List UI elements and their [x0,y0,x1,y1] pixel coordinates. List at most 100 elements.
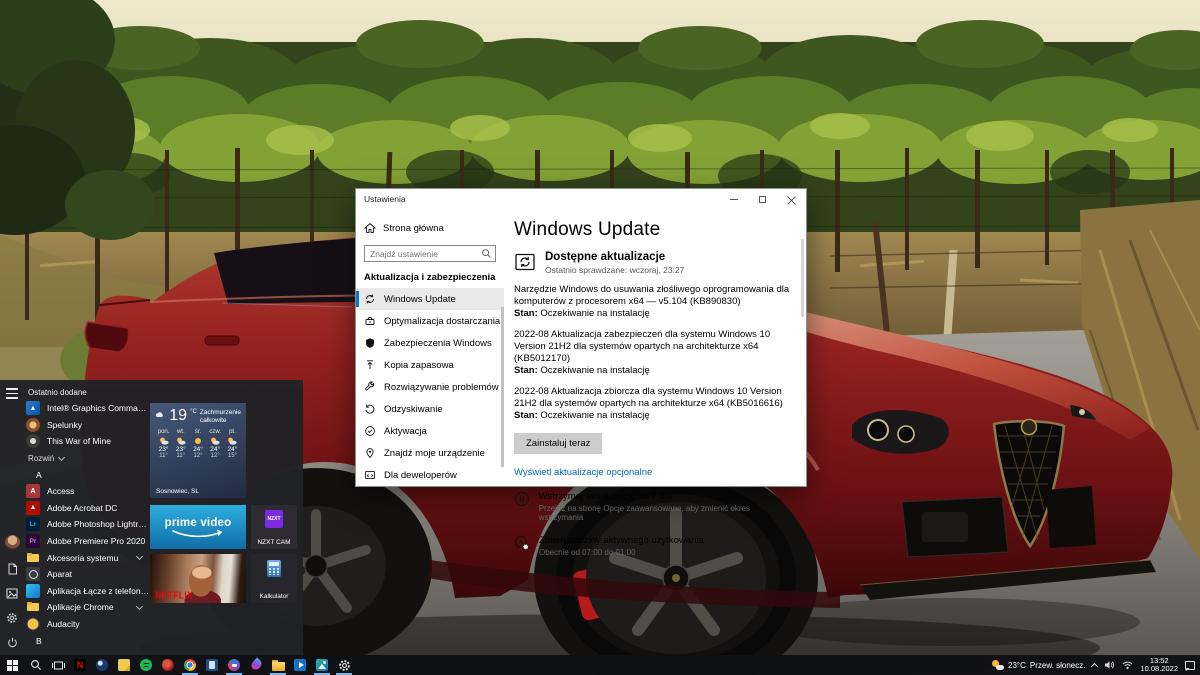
nav-home[interactable]: Strona główna [364,219,496,237]
update-name: 2022-08 Aktualizacja zabezpieczeń dla sy… [514,329,792,365]
app-item-spelunky[interactable]: Spelunky [26,417,150,434]
tray-weather[interactable]: 23°C Przew. słonecz. [992,660,1085,670]
app-item-access[interactable]: AAccess [26,483,150,500]
activation-check-icon [364,425,376,437]
volume-button[interactable] [1104,660,1115,670]
sun-cloud-icon [159,437,169,445]
hidden-icons-chevron[interactable] [1092,662,1097,669]
tile-netflix[interactable]: NETFLIX [150,554,246,603]
optional-updates-link[interactable]: Wyświetl aktualizacje opcjonalne [514,467,652,478]
sun-cloud-icon [227,437,237,445]
app-item-audacity[interactable]: Audacity [26,616,150,633]
active-hours-title: Zmień godziny aktywnego użytkowania [539,535,704,546]
nav-item-find-my-device[interactable]: Znajdź moje urządzenie [356,442,504,464]
taskbar-notes[interactable] [113,655,135,675]
pictures-button[interactable] [6,588,18,599]
taskbar-game-bar[interactable] [223,655,245,675]
folder-icon [26,600,40,614]
nav-item-windows-update[interactable]: Windows Update [356,288,504,310]
nav-item-recovery[interactable]: Odzyskiwanie [356,398,504,420]
tile-prime-video[interactable]: prime video [150,505,246,549]
minimize-button[interactable] [719,189,748,209]
sun-cloud-icon [210,437,220,445]
taskbar-movies-tv[interactable] [289,655,311,675]
task-view-button[interactable] [47,655,69,675]
pause-updates-item[interactable]: Wstrzymaj aktualizacje na 7 dni Przejdź … [514,491,792,522]
user-avatar-button[interactable] [5,535,20,550]
taskbar-paint3d[interactable] [245,655,267,675]
nav-item-backup[interactable]: Kopia zapasowa [356,354,504,376]
app-item-this-war-of-mine[interactable]: This War of Mine [26,433,150,450]
nav-item-label: Windows Update [384,294,456,305]
letter-header-b[interactable]: B [36,632,150,649]
documents-button[interactable] [7,563,18,575]
update-item-msrt: Narzędzie Windows do usuwania złośliwego… [514,284,792,320]
taskbar-steam[interactable] [91,655,113,675]
nav-item-activation[interactable]: Aktywacja [356,420,504,442]
taskbar-photos[interactable] [311,655,333,675]
app-item-phone-link[interactable]: Aplikacja Łącze z telefonem [26,583,150,600]
update-name: Narzędzie Windows do usuwania złośliwego… [514,284,792,308]
folder-item-chrome-apps[interactable]: Aplikacje Chrome [26,599,150,616]
taskbar-game[interactable] [157,655,179,675]
taskbar-calculator[interactable] [201,655,223,675]
active-hours-clock-icon [514,535,530,551]
wrench-icon [364,381,376,393]
tile-calculator[interactable]: Kalkulator [251,554,297,603]
movies-tv-icon [294,659,306,671]
install-now-button[interactable]: Zainstaluj teraz [514,433,602,454]
network-button[interactable] [1122,660,1133,670]
system-tray: 23°C Przew. słonecz. 13:52 10.08.2022 [992,657,1200,673]
taskbar-search-button[interactable] [25,655,47,675]
settings-button[interactable] [6,612,18,624]
settings-window: Ustawienia Strona główna Aktualizacja i … [355,188,807,487]
nav-item-label: Dla deweloperów [384,470,457,481]
nav-item-developers[interactable]: Dla deweloperów [356,464,504,486]
gear-icon [338,659,351,672]
taskbar-netflix[interactable]: N [69,655,91,675]
app-item-lightroom[interactable]: LrAdobe Photoshop Lightroom 5.7.1 64... [26,516,150,533]
expand-button[interactable]: Rozwiń [28,450,150,467]
pause-updates-title: Wstrzymaj aktualizacje na 7 dni [539,491,792,502]
letter-header-a[interactable]: A [36,466,150,483]
intel-gcc-icon: ▲ [26,401,40,415]
tile-weather[interactable]: 19 °C Zachmurzeniecałkowite pon.23°11° w… [150,403,246,498]
taskbar-chrome[interactable] [179,655,201,675]
chrome-icon [184,659,196,671]
settings-titlebar[interactable]: Ustawienia [356,189,806,211]
settings-search-input[interactable] [364,245,496,262]
close-button[interactable] [777,189,806,209]
nav-item-troubleshoot[interactable]: Rozwiązywanie problemów [356,376,504,398]
nav-item-delivery-optimization[interactable]: Optymalizacja dostarczania [356,310,504,332]
photos-icon [316,659,328,671]
file-explorer-icon [272,660,285,671]
power-button[interactable] [7,637,18,648]
nav-item-label: Zabezpieczenia Windows [384,338,492,349]
content-scrollbar[interactable] [801,239,804,317]
start-app-list: Ostatnio dodane ▲Intel® Graphics Command… [24,380,150,655]
taskbar-spotify[interactable] [135,655,157,675]
folder-item-system-accessories[interactable]: Akcesoria systemu [26,549,150,566]
tray-clock[interactable]: 13:52 10.08.2022 [1140,657,1178,673]
windows-update-page: Windows Update Dostępne aktualizacje Ost… [504,211,806,487]
chevron-down-icon [136,603,143,610]
update-item-cumulative: 2022-08 Aktualizacja zbiorcza dla system… [514,386,792,422]
app-item-premiere-pro[interactable]: PrAdobe Premiere Pro 2020 [26,533,150,550]
app-item-camera[interactable]: Aparat [26,566,150,583]
developer-mode-icon [364,469,376,481]
taskbar-settings[interactable] [333,655,355,675]
active-hours-item[interactable]: Zmień godziny aktywnego użytkowania Obec… [514,535,792,557]
app-item-adobe-acrobat[interactable]: ▲Adobe Acrobat DC [26,500,150,517]
tile-nzxt-cam[interactable]: NZXT NZXT CAM [251,505,297,549]
netflix-logo: NETFLIX [155,589,193,601]
nav-item-label: Rozwiązywanie problemów [384,382,499,393]
start-button[interactable] [0,655,25,675]
maximize-button[interactable] [748,189,777,209]
app-item-intel-gcc[interactable]: ▲Intel® Graphics Command Center (Be... [26,400,150,417]
taskbar-file-explorer[interactable] [267,655,289,675]
minimize-icon [730,199,738,200]
nav-item-windows-security[interactable]: Zabezpieczenia Windows [356,332,504,354]
action-center-button[interactable] [1185,661,1195,670]
window-title: Ustawienia [364,194,406,204]
menu-expand-button[interactable] [6,388,18,399]
